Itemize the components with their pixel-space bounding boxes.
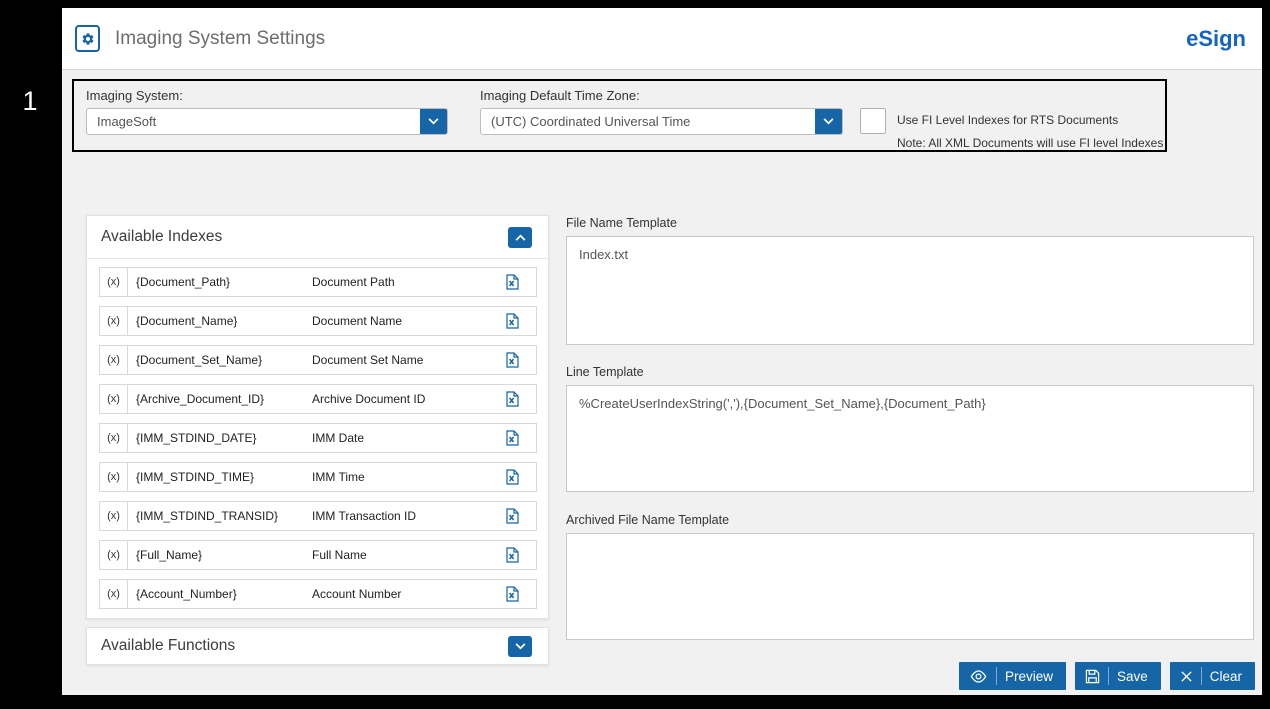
- index-prefix: (x): [100, 541, 128, 569]
- index-prefix: (x): [100, 463, 128, 491]
- index-prefix: (x): [100, 268, 128, 296]
- fi-level-note: Note: All XML Documents will use FI leve…: [897, 136, 1164, 150]
- insert-index-icon[interactable]: [504, 352, 520, 368]
- app-window: Imaging System Settings eSign Imaging Sy…: [62, 8, 1262, 695]
- available-indexes-header: Available Indexes: [87, 216, 548, 259]
- imaging-system-value: ImageSoft: [97, 114, 157, 129]
- time-zone-value: (UTC) Coordinated Universal Time: [491, 114, 691, 129]
- preview-button[interactable]: Preview: [958, 662, 1066, 690]
- preview-button-label: Preview: [1004, 668, 1053, 684]
- index-prefix: (x): [100, 307, 128, 335]
- index-token: {IMM_STDIND_DATE}: [136, 431, 257, 445]
- eye-icon: [969, 667, 997, 685]
- index-prefix: (x): [100, 502, 128, 530]
- index-token: {Document_Name}: [136, 314, 238, 328]
- esign-logo: eSign: [1186, 25, 1246, 51]
- index-row[interactable]: (x) {Account_Number} Account Number: [99, 579, 537, 609]
- app-header: Imaging System Settings eSign: [62, 8, 1262, 70]
- chevron-down-icon[interactable]: [420, 109, 447, 134]
- insert-index-icon[interactable]: [504, 586, 520, 602]
- page-title: Imaging System Settings: [115, 27, 326, 49]
- fi-level-checkbox[interactable]: [860, 108, 886, 134]
- index-row[interactable]: (x) {Archive_Document_ID} Archive Docume…: [99, 384, 537, 414]
- action-buttons: Preview Save Clear: [958, 662, 1255, 690]
- fi-level-group: Use FI Level Indexes for RTS Documents N…: [860, 108, 1163, 150]
- index-name: Account Number: [312, 587, 402, 601]
- index-token: {Document_Path}: [136, 275, 231, 289]
- settings-callout-box: Imaging System: ImageSoft Imaging Defaul…: [72, 79, 1167, 152]
- index-row[interactable]: (x) {Full_Name} Full Name: [99, 540, 537, 570]
- index-prefix: (x): [100, 385, 128, 413]
- insert-index-icon[interactable]: [504, 313, 520, 329]
- archived-file-name-template-label: Archived File Name Template: [566, 513, 730, 527]
- index-name: Archive Document ID: [312, 392, 426, 406]
- imaging-system-select[interactable]: ImageSoft: [86, 108, 448, 135]
- index-name: IMM Transaction ID: [312, 509, 417, 523]
- index-token: {IMM_STDIND_TIME}: [136, 470, 255, 484]
- index-name: IMM Time: [312, 470, 365, 484]
- insert-index-icon[interactable]: [504, 430, 520, 446]
- available-indexes-title: Available Indexes: [101, 228, 223, 245]
- time-zone-field: Imaging Default Time Zone: (UTC) Coordin…: [480, 88, 843, 150]
- index-rows: (x) {Document_Path} Document Path (x) {D…: [87, 259, 548, 609]
- index-prefix: (x): [100, 580, 128, 608]
- collapse-indexes-button[interactable]: [508, 226, 532, 248]
- index-name: Document Name: [312, 314, 403, 328]
- index-name: Document Path: [312, 275, 395, 289]
- index-row[interactable]: (x) {Document_Set_Name} Document Set Nam…: [99, 345, 537, 375]
- main-area: Imaging System: ImageSoft Imaging Defaul…: [62, 70, 1262, 695]
- close-icon: [1180, 667, 1202, 685]
- clear-button[interactable]: Clear: [1169, 662, 1255, 690]
- index-row[interactable]: (x) {IMM_STDIND_TRANSID} IMM Transaction…: [99, 501, 537, 531]
- archived-file-name-template-input[interactable]: [566, 533, 1254, 640]
- index-prefix: (x): [100, 424, 128, 452]
- fi-level-text: Use FI Level Indexes for RTS Documents N…: [897, 108, 1163, 150]
- time-zone-select[interactable]: (UTC) Coordinated Universal Time: [480, 108, 843, 135]
- index-token: {IMM_STDIND_TRANSID}: [136, 509, 279, 523]
- chevron-down-icon[interactable]: [815, 109, 842, 134]
- insert-index-icon[interactable]: [504, 274, 520, 290]
- imaging-settings-icon: [75, 25, 100, 52]
- index-token: {Account_Number}: [136, 587, 237, 601]
- insert-index-icon[interactable]: [504, 508, 520, 524]
- imaging-system-field: Imaging System: ImageSoft: [86, 88, 448, 150]
- index-row[interactable]: (x) {IMM_STDIND_TIME} IMM Time: [99, 462, 537, 492]
- available-functions-panel: Available Functions: [86, 627, 549, 665]
- save-button[interactable]: Save: [1074, 662, 1161, 690]
- index-row[interactable]: (x) {Document_Path} Document Path: [99, 267, 537, 297]
- available-functions-title: Available Functions: [101, 637, 236, 654]
- available-indexes-panel: Available Indexes (x) {Document_Path} Do…: [86, 215, 549, 619]
- index-token: {Document_Set_Name}: [136, 353, 263, 367]
- insert-index-icon[interactable]: [504, 391, 520, 407]
- index-row[interactable]: (x) {IMM_STDIND_DATE} IMM Date: [99, 423, 537, 453]
- insert-index-icon[interactable]: [504, 469, 520, 485]
- index-token: {Archive_Document_ID}: [136, 392, 265, 406]
- fi-level-label: Use FI Level Indexes for RTS Documents: [897, 113, 1119, 127]
- clear-button-label: Clear: [1209, 668, 1242, 684]
- imaging-system-label: Imaging System:: [86, 88, 183, 103]
- index-row[interactable]: (x) {Document_Name} Document Name: [99, 306, 537, 336]
- save-button-label: Save: [1116, 668, 1148, 684]
- index-name: Document Set Name: [312, 353, 424, 367]
- time-zone-label: Imaging Default Time Zone:: [480, 88, 640, 103]
- line-template-label: Line Template: [566, 365, 644, 379]
- insert-index-icon[interactable]: [504, 547, 520, 563]
- file-name-template-input[interactable]: Index.txt: [566, 236, 1254, 345]
- index-prefix: (x): [100, 346, 128, 374]
- index-name: Full Name: [312, 548, 367, 562]
- callout-number: 1: [22, 86, 38, 116]
- line-template-input[interactable]: %CreateUserIndexString(','),{Document_Se…: [566, 385, 1254, 492]
- index-name: IMM Date: [312, 431, 365, 445]
- file-name-template-label: File Name Template: [566, 216, 677, 230]
- index-token: {Full_Name}: [136, 548, 203, 562]
- expand-functions-button[interactable]: [508, 635, 532, 657]
- save-icon: [1085, 667, 1109, 685]
